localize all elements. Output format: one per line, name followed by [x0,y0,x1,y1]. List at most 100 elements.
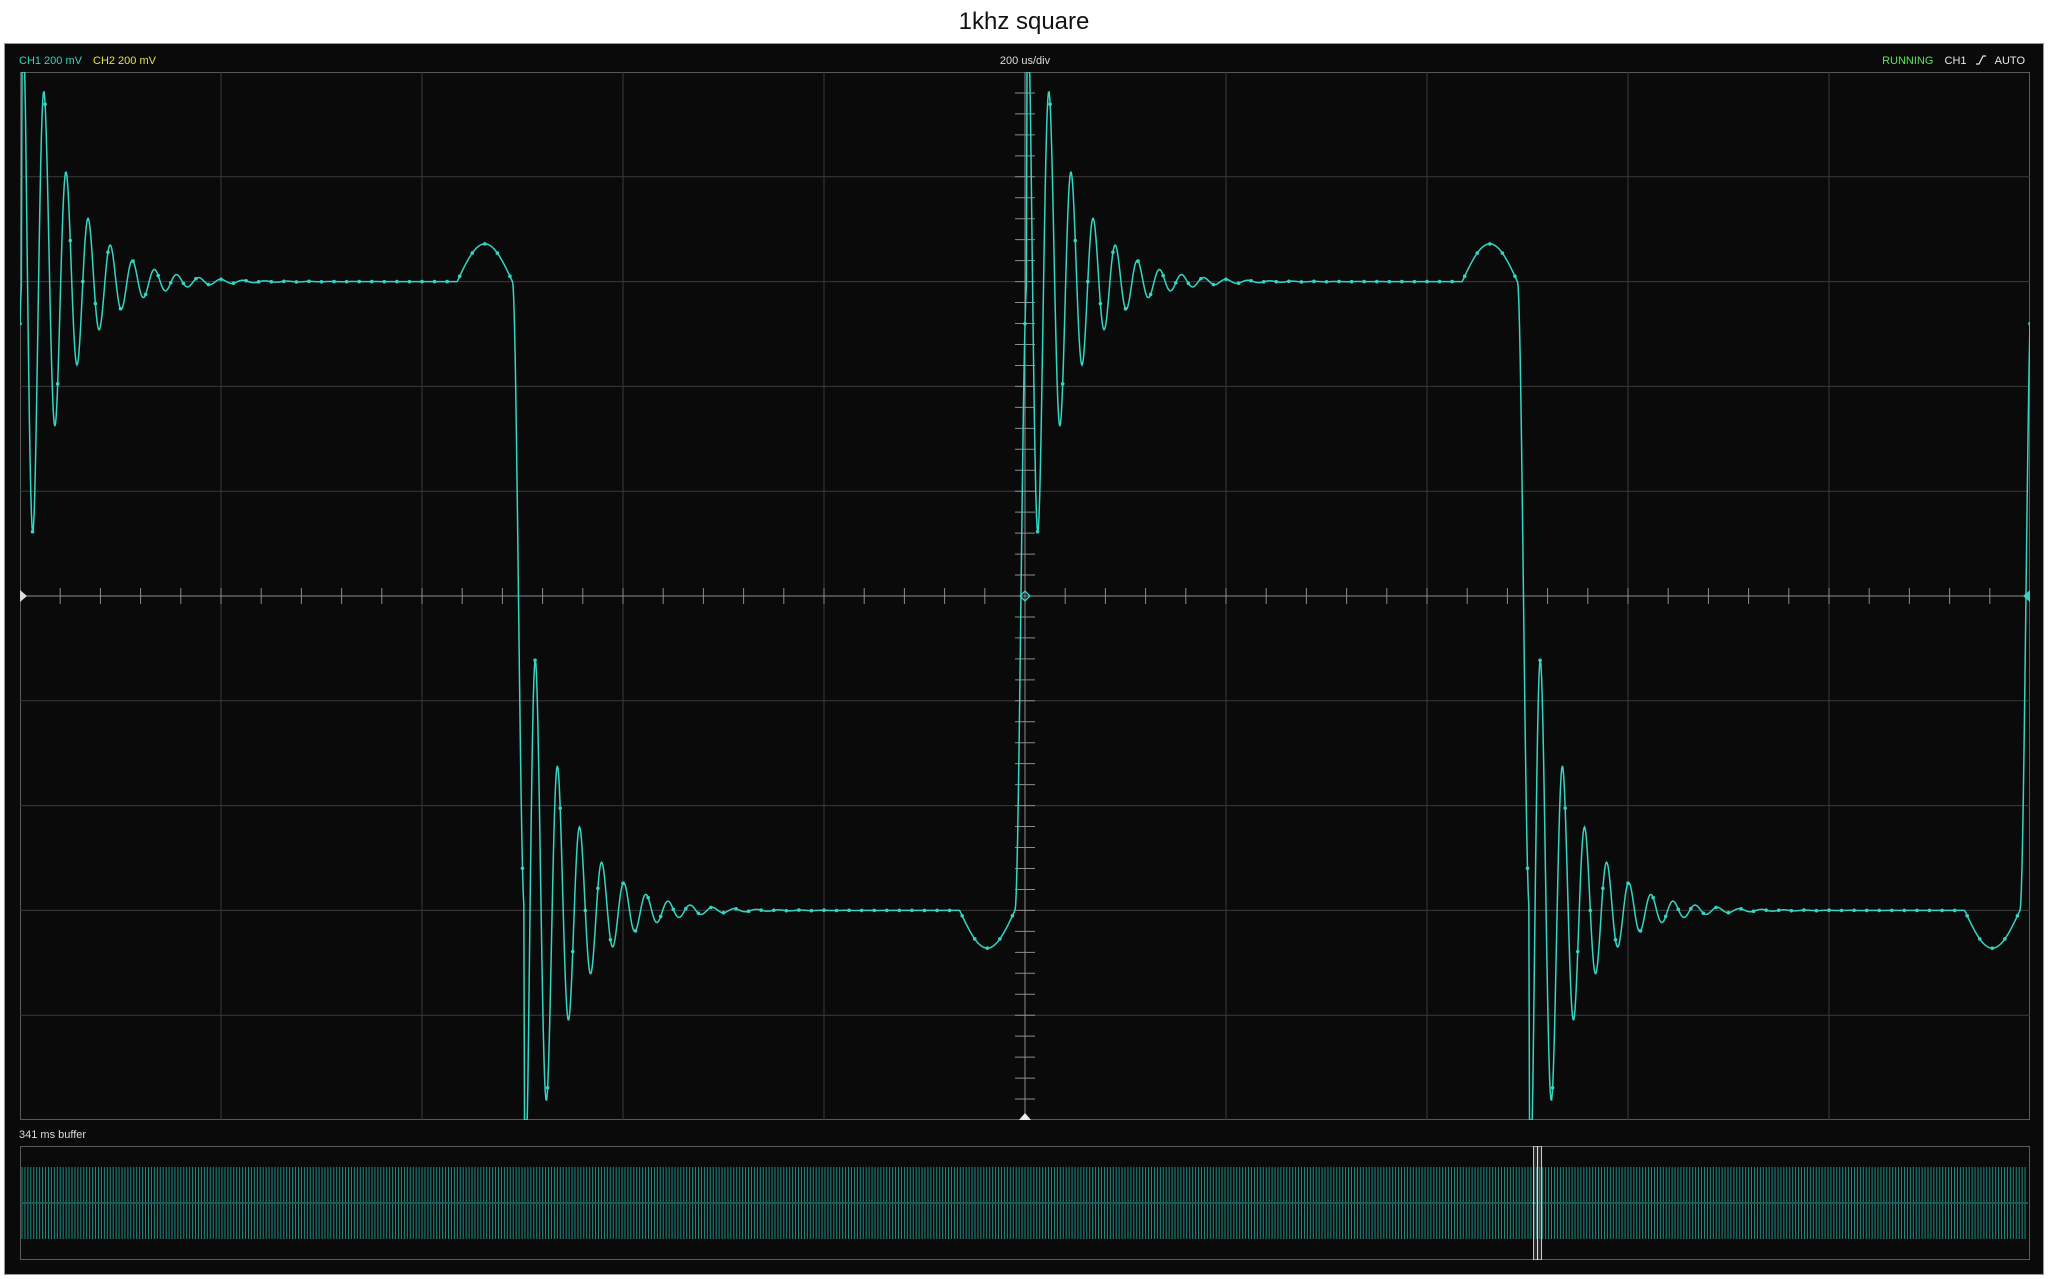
ch1-sample-point [1550,1085,1555,1090]
ch1-sample-point [1035,529,1040,534]
ch1-sample-point [1475,251,1480,255]
ch1-sample-point [445,279,449,284]
ch1-sample-point [1588,908,1593,913]
ch1-sample-point [960,913,964,918]
buffer-overview[interactable] [20,1146,2030,1260]
ch1-sample-point [1563,806,1567,810]
ch1-sample-point [206,282,211,287]
ch1-sample-point [357,279,361,284]
ch1-sample-point [1111,250,1115,255]
ch1-sample-point [1714,905,1718,910]
ch1-sample-point [2028,321,2030,326]
ch1-sample-point [1500,251,1505,255]
ch1-sample-point [483,242,487,246]
ch1-sample-point [621,881,625,885]
ch1-sample-point [771,908,776,913]
ch1-sample-point [734,907,738,911]
ch1-sample-point [1877,908,1882,913]
ch1-sample-point [1814,908,1819,913]
ch1-sample-point [307,279,311,284]
ch1-sample-point [759,908,763,912]
ch1-sample-point [658,914,663,919]
ch1-sample-point [55,382,60,386]
ch1-sample-point [219,277,223,282]
ch1-sample-point [897,908,902,913]
ch1-sample-point [68,238,73,243]
ch1-sample-point [30,529,35,534]
ch1-sample-point [1890,908,1894,913]
ch1-sample-point [872,908,877,913]
ch1-sample-point [294,280,299,284]
ch1-sample-point [646,895,650,900]
ch1-sample-point [1751,909,1756,914]
ch1-sample-point [1940,908,1944,913]
ch1-sample-point [1965,913,1969,918]
ch1-sample-point [1299,280,1304,284]
ch1-sample-point [1023,321,1027,326]
ch1-sample-point [1086,279,1090,284]
ch1-sample-point [168,280,173,285]
ch1-sample-point [470,251,475,255]
ch1-sample-point [1827,908,1831,913]
ch1-sample-point [520,866,525,871]
ch1-sample-point [1274,279,1279,284]
ch1-sample-point [269,279,274,284]
ch1-sample-point [2003,937,2007,941]
ch1-sample-point [721,910,726,915]
ch1-sample-point [1374,279,1379,284]
ch1-sample-point [859,908,864,913]
trigger-channel-label[interactable]: CH1 [1945,55,1967,67]
ch1-sample-point [596,886,600,891]
timebase-label[interactable]: 200 us/div [5,55,2045,67]
ch1-sample-point [420,279,424,284]
ch1-sample-point [1915,908,1919,913]
ch1-sample-point [608,937,613,942]
ch1-sample-point [1839,908,1844,913]
ch1-sample-point [746,909,751,914]
ch1-sample-point [1676,907,1681,912]
run-state-label[interactable]: RUNNING [1882,55,1933,67]
ch1-sample-point [407,279,412,284]
ch1-sample-point [910,908,914,913]
ch1-sample-point [1626,881,1630,885]
ch1-sample-point [1638,929,1643,933]
ch1-sample-point [1073,238,1078,243]
ch1-sample-point [1802,908,1806,912]
ch1-sample-point [1349,279,1354,284]
ch1-sample-point [1701,911,1706,916]
ch1-sample-point [1952,908,1957,913]
ch1-sample-point [1098,301,1103,306]
ch1-sample-point [1400,279,1404,284]
page-title: 1khz square [958,8,1090,35]
trigger-position-marker [1019,1113,1031,1120]
ch1-sample-point [533,658,537,663]
rising-edge-icon[interactable] [1975,55,1986,65]
ch1-sample-point [633,929,638,933]
ch1-sample-point [558,806,562,810]
ch1-sample-point [156,273,160,278]
ch1-sample-point [1990,946,1995,950]
waveform-plot[interactable] [20,72,2030,1120]
ch1-sample-point [1186,281,1191,286]
ch1-sample-point [1123,307,1128,311]
trigger-mode-label[interactable]: AUTO [1995,55,2025,67]
ch1-sample-point [432,279,437,284]
ch1-sample-point [1776,908,1781,913]
ch1-sample-point [382,279,387,284]
ch1-sample-point [1224,277,1228,282]
ch1-sample-point [1789,908,1794,913]
ch1-sample-point [106,250,110,255]
ch1-sample-point [1312,279,1316,284]
ch1-sample-point [93,301,98,306]
ch1-sample-point [1651,895,1655,900]
ch1-sample-point [20,321,22,326]
ch1-sample-point [1726,910,1731,915]
ch1-sample-point [834,908,839,913]
ch1-sample-point [822,908,826,913]
ch1-sample-point [784,908,789,913]
ch1-sample-point [118,307,123,311]
ch1-sample-point [244,278,248,283]
trigger-status: RUNNING CH1 AUTO [1882,55,2025,67]
ch1-sample-point [495,251,500,255]
ch1-sample-point [1048,102,1052,107]
